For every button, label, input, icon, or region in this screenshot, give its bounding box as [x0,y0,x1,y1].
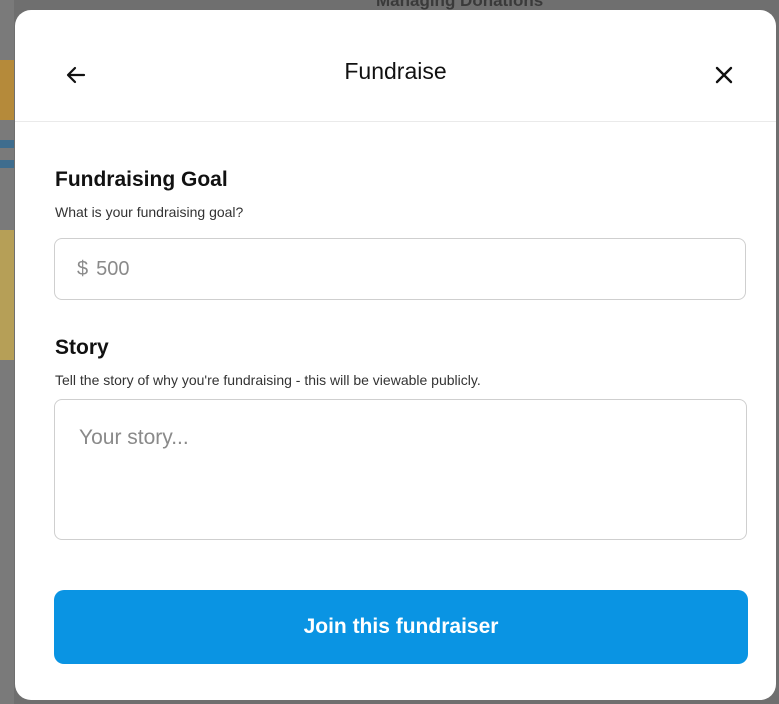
background-card-fragment [0,230,14,360]
fundraise-modal: Fundraise Fundraising Goal What is your … [15,10,776,700]
background-heading-text: Managing Donations [376,0,544,10]
modal-title: Fundraise [344,58,447,84]
goal-field[interactable]: $ [54,238,746,300]
background-heading: Managing Donations [376,0,596,10]
story-textarea[interactable] [54,399,747,540]
close-button[interactable] [709,60,739,90]
currency-symbol: $ [77,257,89,280]
background-link-fragment [0,160,14,168]
modal-header: Fundraise [15,10,776,122]
close-icon [715,66,733,84]
goal-help-text: What is your fundraising goal? [55,204,244,220]
background-image-fragment [0,60,14,120]
story-label: Story [55,336,109,359]
goal-input[interactable] [96,257,697,281]
background-link-fragment [0,140,14,148]
story-help-text: Tell the story of why you're fundraising… [55,372,481,388]
join-fundraiser-button[interactable]: Join this fundraiser [54,590,748,664]
goal-label: Fundraising Goal [55,168,228,191]
